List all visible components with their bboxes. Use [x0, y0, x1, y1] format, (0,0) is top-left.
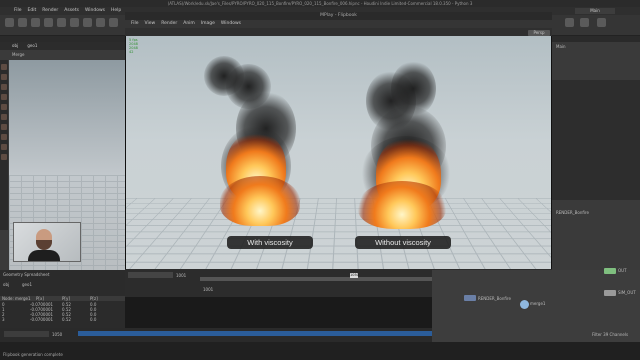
- handle-tool-icon[interactable]: [1, 104, 7, 110]
- select-tool-icon[interactable]: [1, 64, 7, 70]
- menu-item-file[interactable]: File: [14, 7, 22, 15]
- snap-tool-icon[interactable]: [1, 134, 7, 140]
- node-out[interactable]: [604, 268, 616, 274]
- menu-item-render[interactable]: Render: [42, 7, 58, 15]
- menu-item-assets[interactable]: Assets: [64, 7, 79, 15]
- tool-icon[interactable]: [565, 18, 574, 27]
- menu-item-windows[interactable]: Windows: [85, 7, 105, 15]
- network-view[interactable]: RENDER_Bonfire merge1 OUT SIM_OUT: [432, 268, 640, 350]
- tool-icon[interactable]: [70, 18, 79, 27]
- node-name: RENDER_Bonfire: [556, 210, 589, 215]
- mplay-current-frame[interactable]: 1050: [350, 273, 359, 278]
- flipbook-viewport[interactable]: 5 fps 2048 2048 42 With viscosity Withou…: [126, 36, 551, 269]
- status-bar: [0, 342, 640, 360]
- mplay-menu-image[interactable]: Image: [201, 20, 215, 28]
- tool-icon[interactable]: [83, 18, 92, 27]
- scale-tool-icon[interactable]: [1, 94, 7, 100]
- lock-tool-icon[interactable]: [1, 154, 7, 160]
- rotate-tool-icon[interactable]: [1, 84, 7, 90]
- tool-icon[interactable]: [597, 18, 606, 27]
- move-tool-icon[interactable]: [1, 74, 7, 80]
- node-label: RENDER_Bonfire: [478, 296, 511, 301]
- flipbook-grid: [126, 198, 551, 269]
- pose-tool-icon[interactable]: [1, 114, 7, 120]
- spreadsheet-rows: 0 -0.0700001 0.52 0.0 1 -0.0700001 0.52 …: [0, 302, 125, 322]
- node-sim-out[interactable]: [604, 290, 616, 296]
- tool-icon[interactable]: [96, 18, 105, 27]
- mplay-toolbar: [125, 28, 552, 36]
- node-render-bonfire[interactable]: [464, 295, 476, 301]
- desktop-selector[interactable]: Main: [575, 8, 615, 14]
- label-with-viscosity: With viscosity: [227, 236, 313, 249]
- mplay-title: MPlay - Flipbook: [125, 12, 552, 20]
- spreadsheet-header: Node: merge1 P[x] P[y] P[z]: [0, 296, 125, 301]
- mplay-menu-windows[interactable]: Windows: [221, 20, 241, 28]
- path-bar: obj geo1: [0, 42, 125, 50]
- node-label: OUT: [618, 268, 627, 273]
- label-without-viscosity: Without viscosity: [355, 236, 451, 249]
- node-label: SIM_OUT: [618, 290, 636, 295]
- tool-icon[interactable]: [109, 18, 118, 27]
- mplay-playback-controls[interactable]: [128, 272, 173, 278]
- tool-icon[interactable]: [580, 18, 589, 27]
- spreadsheet-path[interactable]: obj: [3, 282, 9, 287]
- presenter-beard: [36, 240, 52, 250]
- mplay-menu-file[interactable]: File: [131, 20, 139, 28]
- viewport-stats: 5 fps 2048 2048 42: [129, 38, 138, 54]
- channels-filter[interactable]: Filter 39 Channels: [592, 332, 628, 337]
- node-merge1[interactable]: [520, 300, 529, 309]
- current-frame-field[interactable]: 1050: [52, 332, 62, 337]
- presenter-webcam: [13, 222, 81, 262]
- node-label: merge1: [530, 301, 546, 306]
- mplay-menu-anim[interactable]: Anim: [183, 20, 195, 28]
- app-title-bar: (ATLAS)/Work/edu.sk/Jae's_Files/PYRO/PYR…: [0, 0, 640, 7]
- mplay-menu-view[interactable]: View: [145, 20, 156, 28]
- mplay-frame-start: 1001: [176, 273, 187, 278]
- tool-icon[interactable]: [44, 18, 53, 27]
- timeline-slider[interactable]: [78, 331, 432, 336]
- viewer-label: Merge: [12, 52, 25, 57]
- mplay-menu-render[interactable]: Render: [161, 20, 177, 28]
- parameter-list: [552, 80, 640, 200]
- mplay-range-start: 1001: [203, 287, 214, 292]
- mplay-menu-bar: File View Render Anim Image Windows: [125, 20, 552, 28]
- fire-base: [358, 181, 446, 229]
- fire-base: [220, 176, 300, 226]
- viewer-toolbar: [0, 60, 8, 230]
- tool-icon[interactable]: [57, 18, 66, 27]
- tool-icon[interactable]: [31, 18, 40, 27]
- path-context[interactable]: obj: [12, 43, 18, 48]
- tool-icon[interactable]: [18, 18, 27, 27]
- menu-item-help[interactable]: Help: [111, 7, 121, 15]
- magnet-tool-icon[interactable]: [1, 144, 7, 150]
- menu-item-edit[interactable]: Edit: [28, 7, 37, 15]
- spreadsheet-tab[interactable]: Geometry Spreadsheet: [3, 272, 49, 277]
- presenter-shirt: [28, 250, 60, 261]
- view-tool-icon[interactable]: [1, 124, 7, 130]
- path-node[interactable]: geo1: [27, 43, 37, 48]
- table-row[interactable]: 3 -0.0700001 0.52 0.0: [0, 317, 125, 322]
- playback-controls[interactable]: [4, 331, 49, 337]
- tool-icon[interactable]: [5, 18, 14, 27]
- status-message: Flipbook generation complete: [3, 352, 63, 357]
- right-pane-tab[interactable]: Main: [556, 44, 566, 49]
- spreadsheet-node[interactable]: geo1: [22, 282, 32, 287]
